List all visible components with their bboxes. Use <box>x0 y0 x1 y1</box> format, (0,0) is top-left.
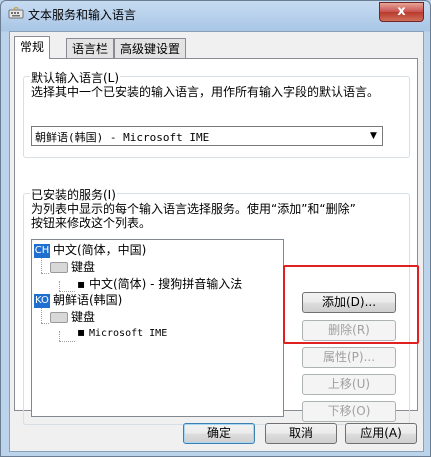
properties-button[interactable]: 属性(P)... <box>302 347 396 368</box>
tree-node-label: 键盘 <box>71 260 96 274</box>
tree-node-label: 键盘 <box>71 310 96 324</box>
tab-language-bar[interactable]: 语言栏 <box>66 38 115 58</box>
cancel-button[interactable]: 取消 <box>265 423 337 444</box>
tab-general[interactable]: 常规 <box>14 36 51 59</box>
tree-node-label: Microsoft IME <box>88 328 168 339</box>
close-icon: x <box>397 4 406 19</box>
tree-connector <box>41 308 42 323</box>
language-icon: KO <box>34 293 50 308</box>
tree-node-label: 中文(简体，中国) <box>53 243 147 257</box>
chevron-down-icon[interactable]: ▼ <box>365 127 382 145</box>
bullet-icon: ▪ <box>77 277 89 291</box>
default-language-description: 选择其中一个已安装的输入语言，用作所有输入字段的默认语言。 <box>31 85 380 99</box>
tree-node-language-chinese[interactable]: CH 中文(简体，中国) <box>34 241 146 258</box>
language-icon: CH <box>34 243 50 258</box>
tab-advanced-key-settings[interactable]: 高级键设置 <box>114 38 187 58</box>
add-button-highlight <box>283 265 419 344</box>
apply-button[interactable]: 应用(A) <box>345 423 417 444</box>
keyboard-icon <box>50 262 68 273</box>
installed-services-title: 已安装的服务(I) <box>30 186 117 203</box>
tree-node-category-keyboard[interactable]: 键盘 <box>50 258 95 275</box>
general-tab-panel: 默认输入语言(L) 选择其中一个已安装的输入语言，用作所有输入字段的默认语言。 … <box>14 58 419 425</box>
dialog-client-area: 常规 语言栏 高级键设置 默认输入语言(L) 选择其中一个已安装的输入语言，用作… <box>9 31 424 452</box>
tree-node-service-sogou[interactable]: ▪ 中文(简体) - 搜狗拼音输入法 <box>77 275 242 292</box>
move-up-button[interactable]: 上移(U) <box>302 374 396 395</box>
default-language-title: 默认输入语言(L) <box>30 69 121 86</box>
bullet-icon: ▪ <box>77 325 89 339</box>
tree-connector <box>59 341 75 342</box>
tree-connector <box>59 281 60 291</box>
tree-node-label: 中文(简体) - 搜狗拼音输入法 <box>88 277 243 291</box>
default-language-dropdown[interactable]: 朝鲜语(韩国) - Microsoft IME ▼ <box>31 126 383 146</box>
default-language-group: 默认输入语言(L) 选择其中一个已安装的输入语言，用作所有输入字段的默认语言。 … <box>23 69 410 158</box>
tree-node-service-microsoft-ime[interactable]: ▪ Microsoft IME <box>77 325 167 339</box>
services-tree[interactable]: CH 中文(简体，中国) 键盘 ▪ 中文(简体) - 搜狗拼音输入法 KO 朝鲜语(… <box>31 239 284 417</box>
keyboard-app-icon <box>8 7 24 19</box>
tree-node-language-korean[interactable]: KO 朝鲜语(韩国) <box>34 291 122 308</box>
default-language-value: 朝鲜语(韩国) - Microsoft IME <box>35 131 210 144</box>
window-title: 文本服务和输入语言 <box>28 8 137 22</box>
title-bar[interactable]: 文本服务和输入语言 x <box>1 1 430 27</box>
tree-node-category-keyboard[interactable]: 键盘 <box>50 308 95 325</box>
keyboard-icon <box>50 312 68 323</box>
installed-services-description-line2: 按钮来修改这个列表。 <box>31 216 152 230</box>
tree-node-label: 朝鲜语(韩国) <box>53 293 123 307</box>
tree-connector <box>41 323 49 324</box>
installed-services-description-line1: 为列表中显示的每个输入语言选择服务。使用“添加”和“删除” <box>31 202 356 216</box>
ok-button[interactable]: 确定 <box>183 423 255 444</box>
tree-connector <box>59 331 60 341</box>
close-button[interactable]: x <box>379 2 424 22</box>
tree-connector <box>41 273 49 274</box>
dialog-window: 文本服务和输入语言 x 常规 语言栏 高级键设置 默认输入语言(L) 选择其中一… <box>0 0 431 457</box>
move-down-button[interactable]: 下移(O) <box>302 401 396 422</box>
tree-connector <box>41 258 42 273</box>
